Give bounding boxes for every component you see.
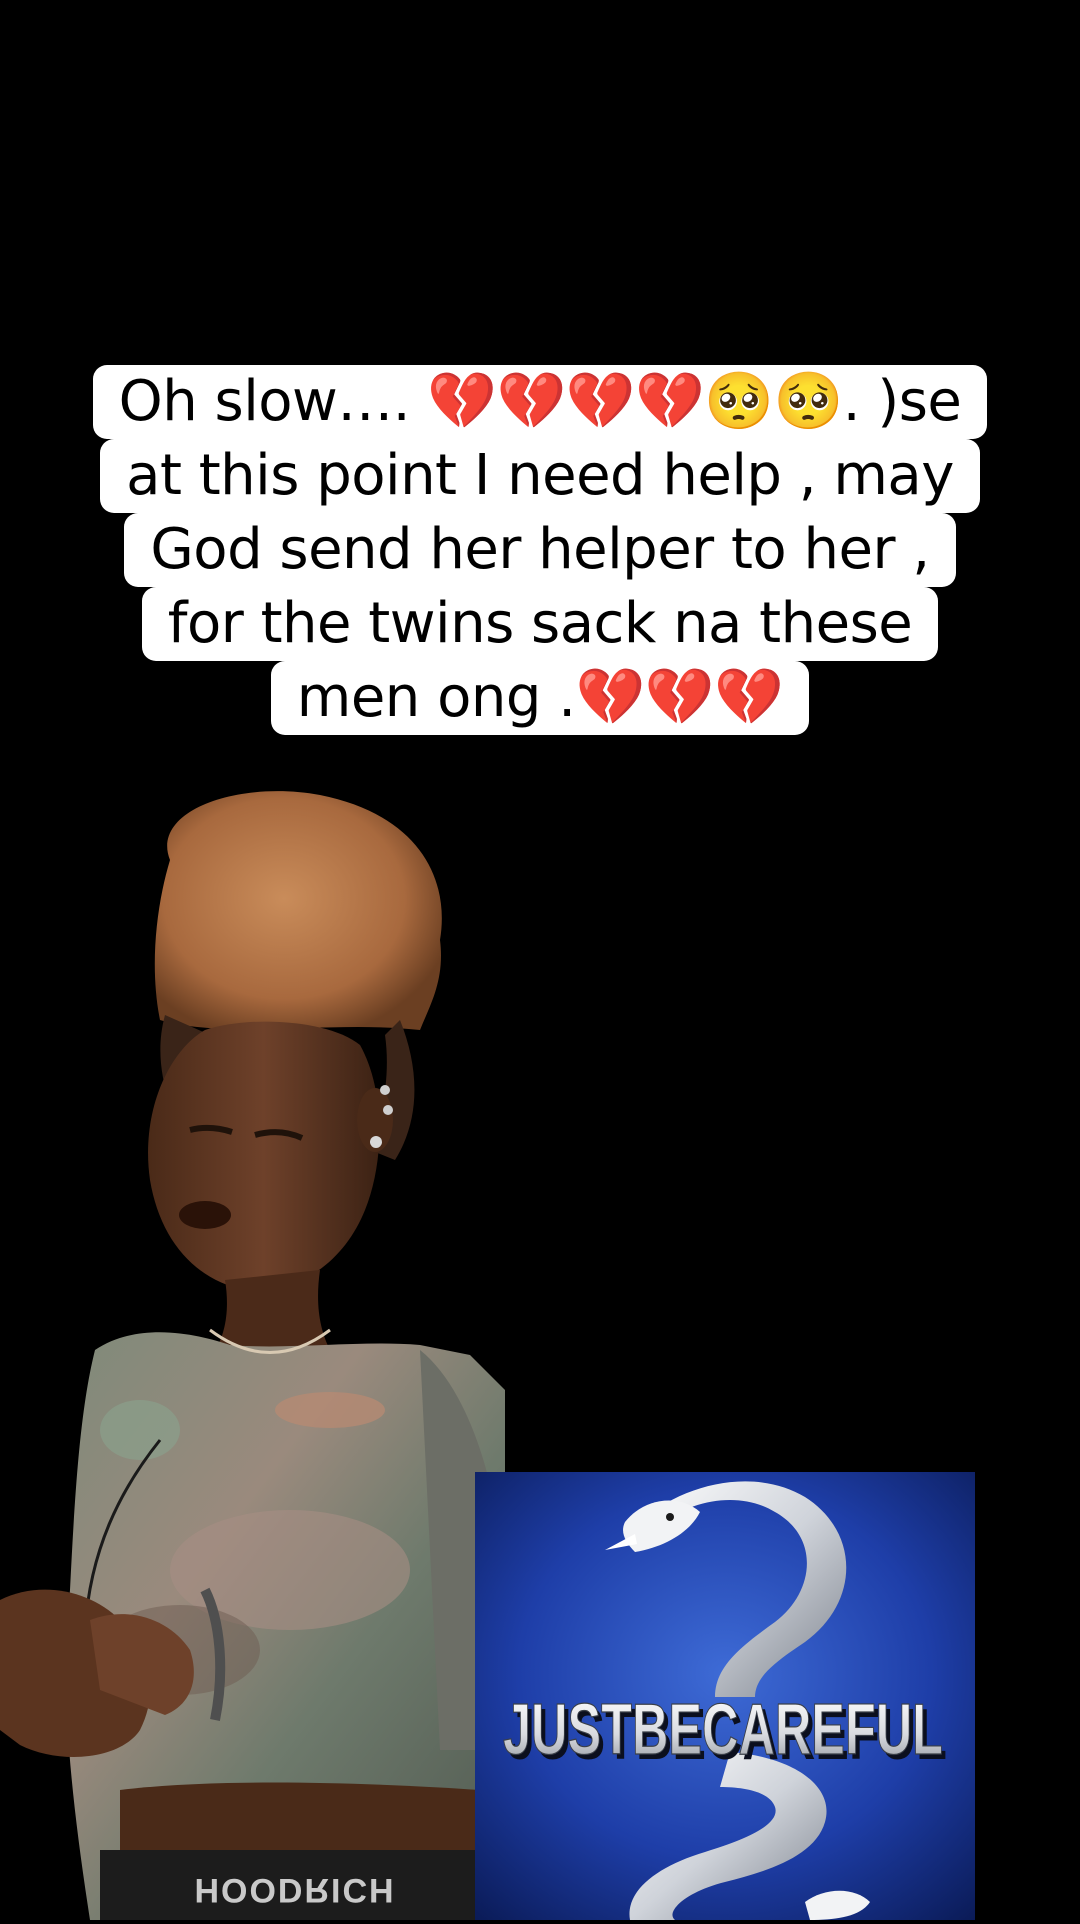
caption-line-3: God send her helper to her , (124, 513, 956, 587)
person-illustration (0, 791, 505, 1920)
person-cutout-image: HOODRICH (0, 790, 510, 1920)
logo-graphic: JUSTBECAREFUL JUSTBECAREFUL (475, 1472, 975, 1920)
caption-line-2: at this point I need help , may (100, 439, 980, 513)
video-caption: Oh slow…. 💔💔💔💔🥺🥺. )se at this point I ne… (0, 365, 1080, 735)
caption-line-1: Oh slow…. 💔💔💔💔🥺🥺. )se (92, 365, 988, 439)
caption-line-5: men ong .💔💔💔 (270, 661, 810, 735)
logo-text: JUSTBECAREFUL (503, 1690, 943, 1770)
justbecareful-logo: JUSTBECAREFUL JUSTBECAREFUL (475, 1472, 975, 1920)
waistband-print: HOODRICH (194, 1871, 396, 1909)
caption-line-4: for the twins sack na these (141, 587, 939, 661)
